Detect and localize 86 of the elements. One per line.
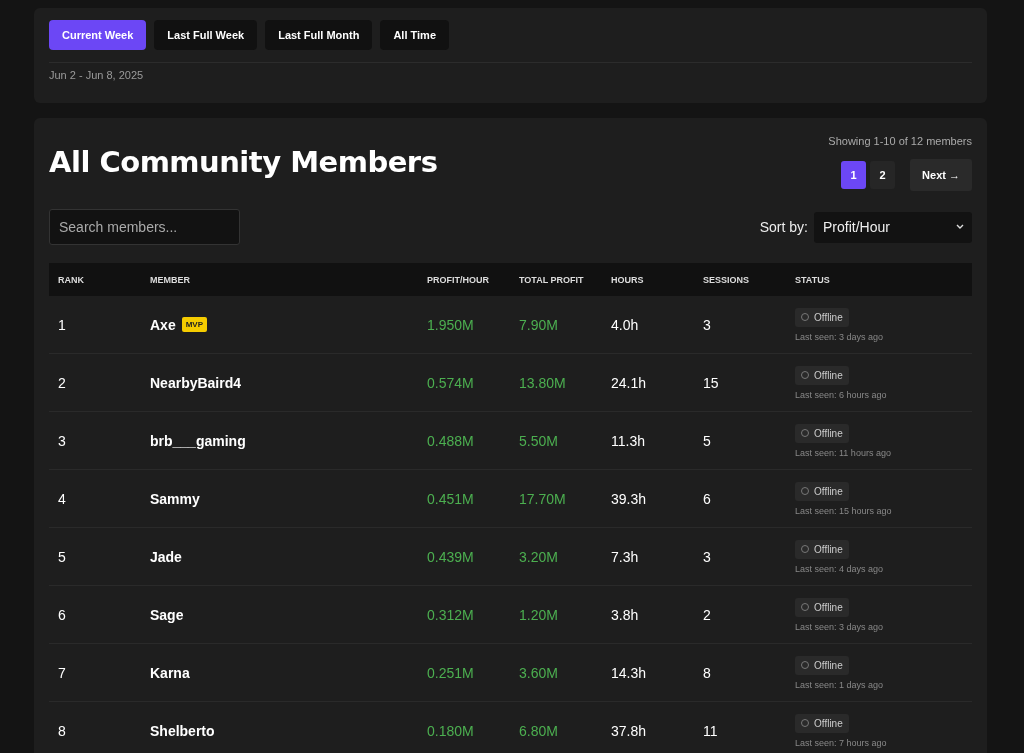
rank-cell: 8 xyxy=(49,702,141,753)
column-header: STATUS xyxy=(786,263,972,296)
period-tab[interactable]: Current Week xyxy=(49,20,147,50)
hours-cell: 37.8h xyxy=(602,702,694,753)
showing-count: Showing 1-10 of 12 members xyxy=(828,135,972,147)
profit-hour-cell: 0.312M xyxy=(418,586,510,644)
rank-cell: 2 xyxy=(49,354,141,412)
profit-hour-cell: 0.574M xyxy=(418,354,510,412)
status-text: Offline xyxy=(814,717,843,729)
status-text: Offline xyxy=(814,311,843,323)
hours-cell: 24.1h xyxy=(602,354,694,412)
sessions-cell: 2 xyxy=(694,586,786,644)
sort-label: Sort by: xyxy=(759,219,808,235)
total-profit-cell: 3.20M xyxy=(510,528,602,586)
member-name: Karna xyxy=(150,664,190,681)
period-tab[interactable]: Last Full Week xyxy=(154,20,258,50)
total-profit-cell: 3.60M xyxy=(510,644,602,702)
last-seen: Last seen: 3 days ago xyxy=(795,621,885,632)
member-name: Axe xyxy=(150,316,176,333)
profit-hour-cell: 1.950M xyxy=(418,296,510,354)
column-header: TOTAL PROFIT xyxy=(510,263,602,296)
hours-cell: 14.3h xyxy=(602,644,694,702)
total-profit-cell: 1.20M xyxy=(510,586,602,644)
status-text: Offline xyxy=(814,601,843,613)
member-name: Sammy xyxy=(150,490,200,507)
hours-cell: 11.3h xyxy=(602,412,694,470)
sessions-cell: 11 xyxy=(694,702,786,753)
last-seen: Last seen: 15 hours ago xyxy=(795,505,893,516)
column-header: HOURS xyxy=(602,263,694,296)
total-profit-cell: 17.70M xyxy=(510,470,602,528)
total-profit-cell: 6.80M xyxy=(510,702,602,753)
column-header: PROFIT/HOUR xyxy=(418,263,510,296)
column-header: SESSIONS xyxy=(694,263,786,296)
chevron-down-icon xyxy=(956,224,964,230)
rank-cell: 5 xyxy=(49,528,141,586)
sort-select[interactable]: Profit/Hour xyxy=(814,211,972,243)
profit-hour-cell: 0.451M xyxy=(418,470,510,528)
rank-cell: 1 xyxy=(49,296,141,354)
status-text: Offline xyxy=(814,485,843,497)
page-title: All Community Members xyxy=(49,145,438,179)
sessions-cell: 8 xyxy=(694,644,786,702)
mvp-badge: MVP xyxy=(181,317,208,332)
hours-cell: 4.0h xyxy=(602,296,694,354)
hours-cell: 39.3h xyxy=(602,470,694,528)
rank-cell: 3 xyxy=(49,412,141,470)
hours-cell: 7.3h xyxy=(602,528,694,586)
next-button[interactable]: Next → xyxy=(910,159,972,191)
total-profit-cell: 13.80M xyxy=(510,354,602,412)
sessions-cell: 5 xyxy=(694,412,786,470)
last-seen: Last seen: 3 days ago xyxy=(795,331,885,342)
period-tab[interactable]: Last Full Month xyxy=(265,20,373,50)
total-profit-cell: 5.50M xyxy=(510,412,602,470)
sessions-cell: 6 xyxy=(694,470,786,528)
member-name: brb___gaming xyxy=(150,432,246,449)
period-tab[interactable]: All Time xyxy=(380,20,449,50)
sessions-cell: 15 xyxy=(694,354,786,412)
rank-cell: 4 xyxy=(49,470,141,528)
status-text: Offline xyxy=(814,543,843,555)
hours-cell: 3.8h xyxy=(602,586,694,644)
date-range: Jun 2 - Jun 8, 2025 xyxy=(49,68,145,83)
profit-hour-cell: 0.251M xyxy=(418,644,510,702)
last-seen: Last seen: 1 days ago xyxy=(795,679,885,690)
profit-hour-cell: 0.180M xyxy=(418,702,510,753)
sessions-cell: 3 xyxy=(694,296,786,354)
profit-hour-cell: 0.488M xyxy=(418,412,510,470)
member-name: Shelberto xyxy=(150,722,215,739)
page-button[interactable]: 1 xyxy=(841,161,867,189)
page-button[interactable]: 2 xyxy=(870,161,896,189)
member-name: NearbyBaird4 xyxy=(150,374,242,391)
profit-hour-cell: 0.439M xyxy=(418,528,510,586)
search-field[interactable]: Search members... xyxy=(49,209,240,245)
member-name: Sage xyxy=(150,606,184,623)
status-text: Offline xyxy=(814,369,843,381)
rank-cell: 6 xyxy=(49,586,141,644)
status-text: Offline xyxy=(814,427,843,439)
total-profit-cell: 7.90M xyxy=(510,296,602,354)
member-name: Jade xyxy=(150,548,182,565)
last-seen: Last seen: 4 days ago xyxy=(795,563,885,574)
rank-cell: 7 xyxy=(49,644,141,702)
last-seen: Last seen: 7 hours ago xyxy=(795,737,888,748)
last-seen: Last seen: 6 hours ago xyxy=(795,389,888,400)
sessions-cell: 3 xyxy=(694,528,786,586)
last-seen: Last seen: 11 hours ago xyxy=(795,447,892,458)
column-header: RANK xyxy=(49,263,141,296)
status-text: Offline xyxy=(814,659,843,671)
column-header: MEMBER xyxy=(141,263,418,296)
